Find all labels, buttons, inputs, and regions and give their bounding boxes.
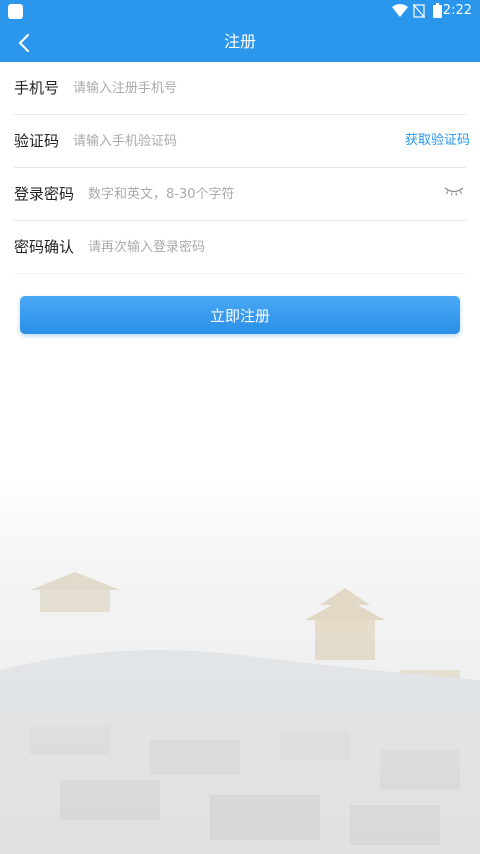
app-icon	[8, 4, 23, 19]
app-bar: 注册	[0, 22, 480, 62]
password-label: 登录密码	[14, 185, 75, 203]
page-title: 注册	[223, 32, 256, 51]
register-form: 手机号 验证码 获取验证码 登录密码 密码确认	[0, 62, 480, 274]
confirm-row: 密码确认	[14, 221, 466, 274]
battery-icon	[433, 3, 442, 18]
phone-row: 手机号	[14, 62, 466, 115]
code-input[interactable]	[73, 127, 373, 155]
phone-input[interactable]	[73, 74, 453, 102]
wifi-icon	[392, 4, 408, 17]
eye-closed-icon[interactable]	[444, 186, 464, 196]
confirm-label: 密码确认	[14, 238, 75, 256]
password-row: 登录密码	[14, 168, 466, 221]
get-code-button[interactable]: 获取验证码	[405, 115, 470, 167]
password-input[interactable]	[88, 180, 428, 208]
phone-label: 手机号	[14, 79, 60, 97]
no-signal-icon	[413, 4, 425, 18]
code-row: 验证码 获取验证码	[14, 115, 470, 168]
city-background-image	[0, 480, 480, 854]
register-button[interactable]: 立即注册	[20, 296, 460, 334]
status-time: 2:22	[442, 3, 472, 18]
status-bar: 2:22	[0, 0, 480, 22]
code-label: 验证码	[14, 132, 60, 150]
confirm-password-input[interactable]	[88, 233, 448, 261]
